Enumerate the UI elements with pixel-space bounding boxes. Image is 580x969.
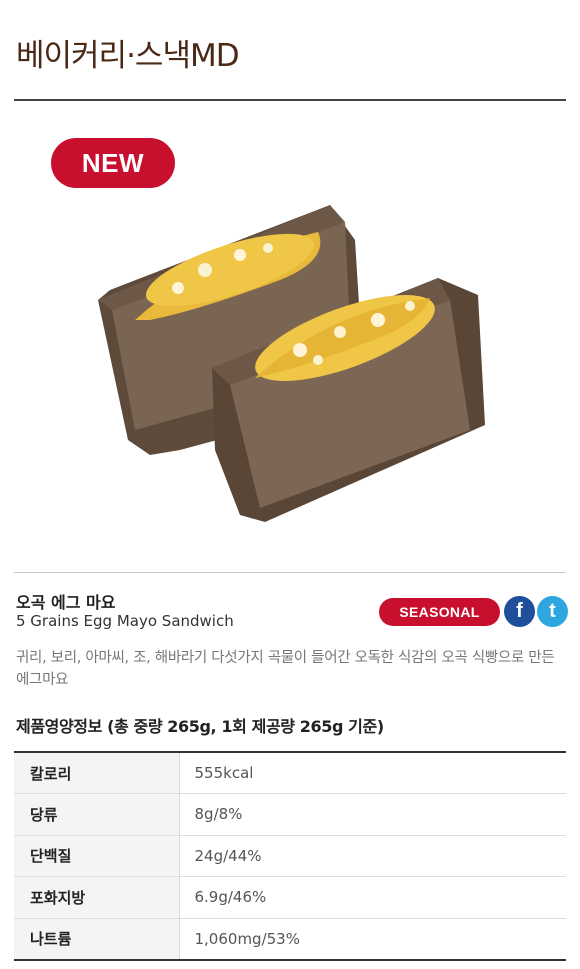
table-row: 포화지방 6.9g/46%: [14, 876, 566, 918]
nutrition-value: 6.9g/46%: [179, 876, 566, 918]
seasonal-badge: SEASONAL: [379, 598, 500, 626]
nutrition-table: 칼로리 555kcal 당류 8g/8% 단백질 24g/44% 포화지방 6.…: [14, 751, 566, 961]
table-row: 단백질 24g/44%: [14, 834, 566, 877]
product-name-english: 5 Grains Egg Mayo Sandwich: [16, 612, 234, 630]
facebook-share-icon[interactable]: f: [504, 596, 535, 627]
title-divider: [14, 99, 566, 101]
category-title: 베이커리·스낵MD: [16, 38, 240, 74]
nutrition-value: 555kcal: [194, 764, 254, 782]
nutrition-label: 칼로리: [14, 752, 180, 794]
nutrition-label: 당류: [14, 793, 180, 835]
table-row: 당류 8g/8%: [14, 793, 566, 835]
nutrition-label: 나트륨: [14, 917, 180, 960]
product-name-korean: 오곡 에그 마요: [16, 593, 116, 612]
nutrition-value: 8g/8%: [179, 793, 566, 835]
product-description: 귀리, 보리, 아마씨, 조, 해바라기 다섯가지 곡물이 들어간 오독한 식감…: [16, 650, 555, 688]
nutrition-label: 단백질: [14, 834, 180, 877]
new-badge: NEW: [51, 138, 175, 188]
nutrition-value: 1,060mg/53%: [179, 917, 566, 960]
table-row: 칼로리 555kcal: [14, 752, 566, 794]
nutrition-value: 24g/44%: [179, 834, 566, 877]
twitter-share-icon[interactable]: t: [537, 596, 568, 627]
nutrition-title: 제품영양정보 (총 중량 265g, 1회 제공량 265g 기준): [16, 717, 384, 736]
info-divider: [14, 572, 566, 573]
table-row: 나트륨 1,060mg/53%: [14, 917, 566, 960]
nutrition-label: 포화지방: [14, 876, 180, 918]
